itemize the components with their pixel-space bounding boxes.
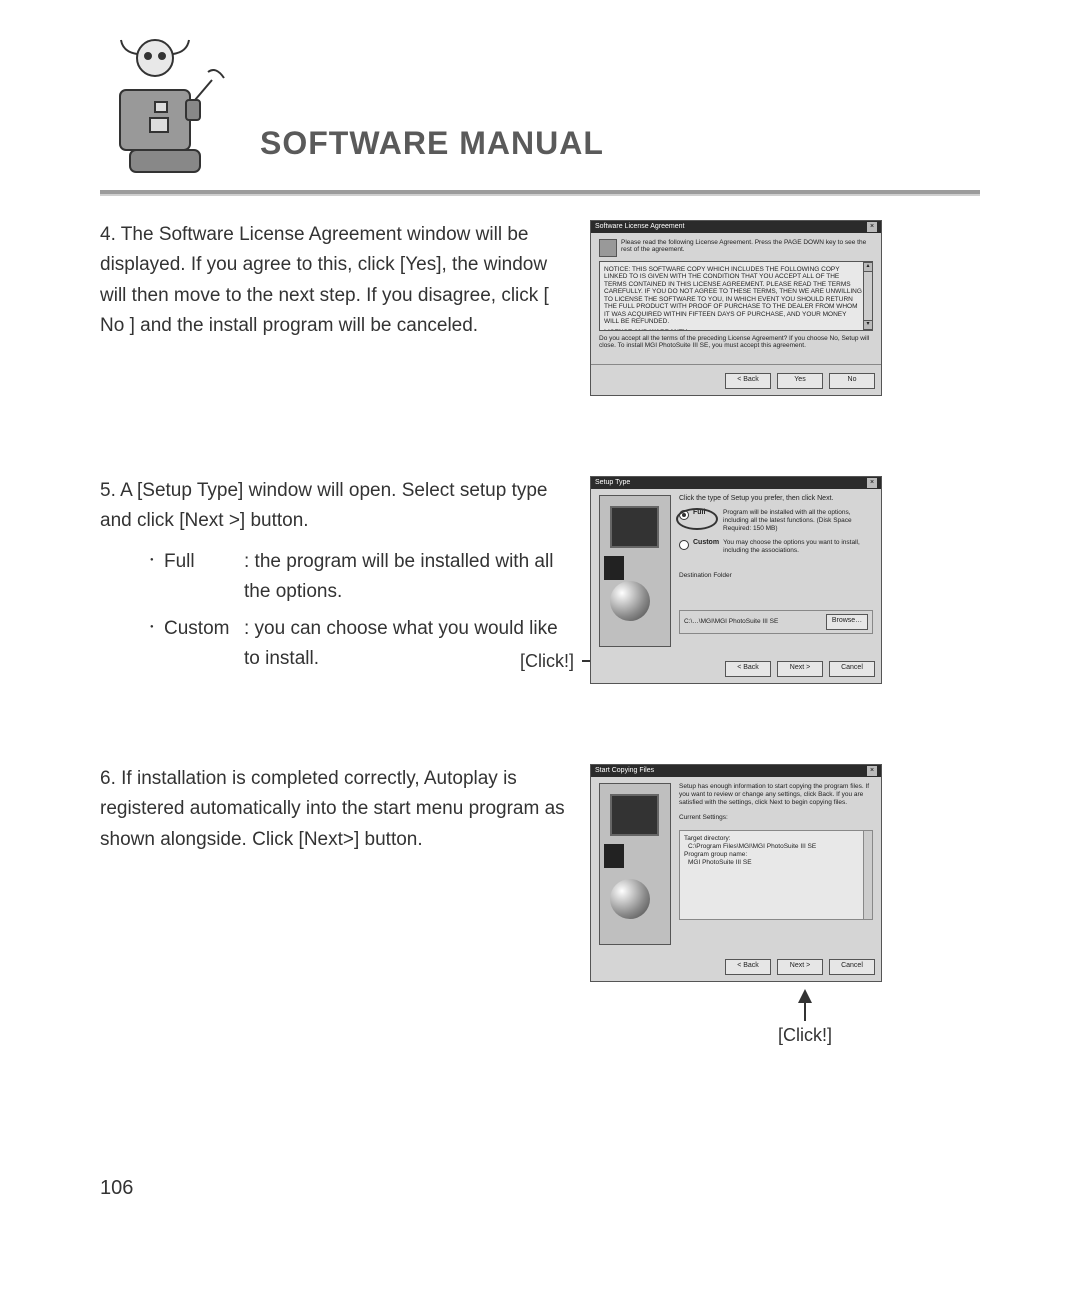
page-header: SOFTWARE MANUAL (100, 30, 980, 190)
click-label: [Click!] (520, 651, 574, 672)
dest-heading: Destination Folder (679, 572, 873, 580)
arrow-up-icon (798, 989, 812, 1003)
page-number: 106 (100, 1177, 133, 1200)
step-6: 6. If installation is completed correctl… (100, 764, 980, 982)
cancel-button[interactable]: Cancel (829, 661, 875, 677)
current-settings-box: Target directory: C:\Program Files\MGI\M… (679, 830, 873, 920)
browse-button[interactable]: Browse… (826, 614, 868, 630)
option-custom-label: Custom (164, 614, 244, 675)
dialog-setup-title: Setup Type (595, 477, 630, 489)
dialog-license-titlebar: Software License Agreement × (591, 221, 881, 233)
radio-custom[interactable] (679, 540, 689, 550)
license-text-area[interactable]: NOTICE: THIS SOFTWARE COPY WHICH INCLUDE… (599, 261, 873, 331)
step-4-text: 4. The Software License Agreement window… (100, 220, 570, 342)
copy-side-graphic (599, 783, 671, 945)
step-4: 4. The Software License Agreement window… (100, 220, 980, 396)
scroll-down-icon[interactable]: ▾ (864, 320, 872, 330)
no-button[interactable]: No (829, 373, 875, 389)
dest-path: C:\…\MGI\MGI PhotoSuite III SE (684, 618, 778, 626)
yes-button[interactable]: Yes (777, 373, 823, 389)
radio-custom-label: Custom (693, 539, 719, 547)
option-full: Full : the program will be installed wit… (150, 547, 570, 608)
option-custom: Custom : you can choose what you would l… (150, 614, 570, 675)
step-6-figure: Start Copying Files × Setup has enough i… (590, 764, 980, 982)
step-5-body: A [Setup Type] window will open. Select … (100, 480, 548, 531)
dialog-setup-type: Setup Type × Click the type of Setup you… (590, 476, 882, 684)
settings-line1: Target directory: (684, 835, 862, 843)
settings-line2: C:\Program Files\MGI\MGI PhotoSuite III … (688, 843, 862, 851)
dialog-license-agreement: Software License Agreement × Please read… (590, 220, 882, 396)
step-5-options: Full : the program will be installed wit… (150, 547, 570, 675)
close-icon[interactable]: × (867, 222, 877, 232)
step-5: 5. A [Setup Type] window will open. Sele… (100, 476, 980, 684)
step-6-text: 6. If installation is completed correctl… (100, 764, 570, 855)
option-full-label: Full (164, 547, 244, 608)
dialog-license-title: Software License Agreement (595, 221, 685, 233)
radio-custom-desc: You may choose the options you want to i… (723, 539, 873, 555)
back-button[interactable]: < Back (725, 959, 771, 975)
step-6-number: 6. (100, 768, 116, 789)
scrollbar[interactable]: ▴ ▾ (863, 262, 872, 330)
header-rule (100, 190, 980, 196)
step-4-number: 4. (100, 224, 116, 245)
step-4-figure: Software License Agreement × Please read… (590, 220, 980, 396)
scrollbar[interactable] (863, 831, 872, 919)
copy-intro: Setup has enough information to start co… (679, 783, 873, 806)
cancel-button[interactable]: Cancel (829, 959, 875, 975)
page-content: 4. The Software License Agreement window… (100, 220, 980, 982)
settings-line3: Program group name: (684, 851, 862, 859)
license-heading: LICENSE AND WARRANTY: (604, 329, 862, 331)
option-full-desc: : the program will be installed with all… (244, 547, 570, 608)
mascot-illustration (100, 30, 230, 190)
dialog-start-copying: Start Copying Files × Setup has enough i… (590, 764, 882, 982)
license-intro-text: Please read the following License Agreem… (621, 239, 873, 257)
step-5-number: 5. (100, 480, 116, 501)
scroll-icon (599, 239, 617, 257)
destination-folder-row: C:\…\MGI\MGI PhotoSuite III SE Browse… (679, 610, 873, 634)
step-4-body: The Software License Agreement window wi… (100, 224, 549, 336)
page-title: SOFTWARE MANUAL (260, 125, 604, 162)
back-button[interactable]: < Back (725, 373, 771, 389)
radio-custom-row[interactable]: Custom You may choose the options you wa… (679, 539, 873, 555)
setup-instruction: Click the type of Setup you prefer, then… (679, 495, 873, 503)
setup-side-graphic (599, 495, 671, 647)
close-icon[interactable]: × (867, 478, 877, 488)
license-question: Do you accept all the terms of the prece… (599, 335, 873, 350)
next-button[interactable]: Next > (777, 661, 823, 677)
manual-page: SOFTWARE MANUAL 4. The Software License … (0, 0, 1080, 1295)
close-icon[interactable]: × (867, 766, 877, 776)
next-button[interactable]: Next > (777, 959, 823, 975)
step-5-text: 5. A [Setup Type] window will open. Sele… (100, 476, 570, 680)
dialog-setup-titlebar: Setup Type × (591, 477, 881, 489)
annotation-circle-icon (676, 508, 718, 530)
license-upper: NOTICE: THIS SOFTWARE COPY WHICH INCLUDE… (604, 266, 862, 326)
radio-full-desc: Program will be installed with all the o… (723, 509, 873, 532)
scroll-up-icon[interactable]: ▴ (864, 262, 872, 272)
dialog-copy-title: Start Copying Files (595, 765, 654, 777)
click-label: [Click!] (778, 1025, 832, 1045)
settings-line4: MGI PhotoSuite III SE (688, 859, 862, 867)
step-6-body: If installation is completed correctly, … (100, 768, 565, 850)
copy-section-label: Current Settings: (679, 814, 873, 822)
dialog-copy-titlebar: Start Copying Files × (591, 765, 881, 777)
back-button[interactable]: < Back (725, 661, 771, 677)
step-5-figure: [Click!] Setup Type × Click the (590, 476, 980, 684)
